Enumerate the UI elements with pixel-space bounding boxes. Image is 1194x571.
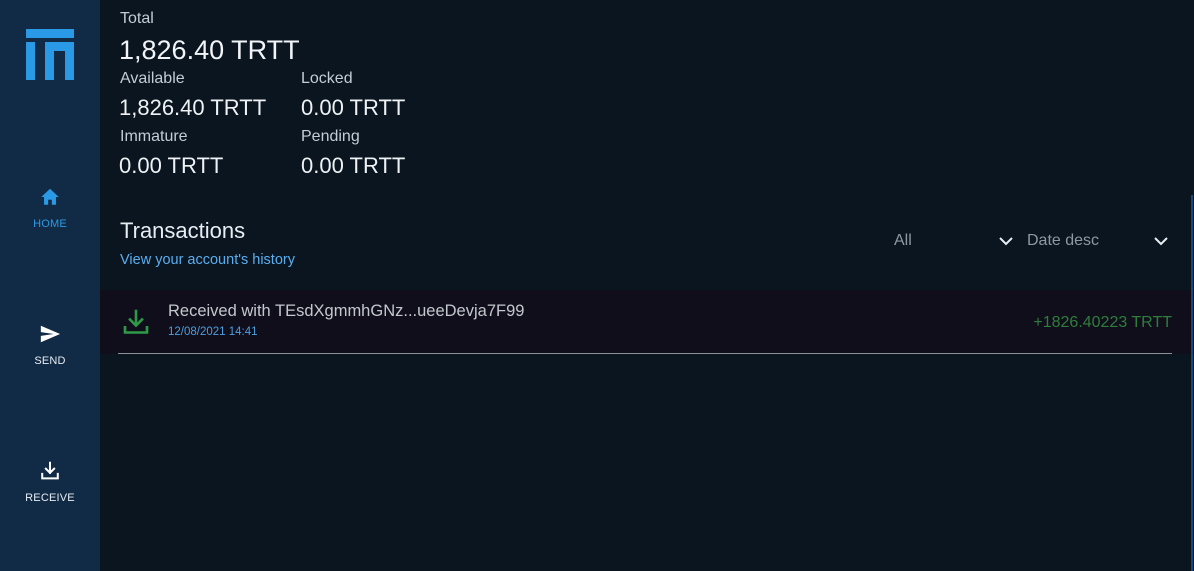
- pending-value: 0.00 TRTT: [301, 153, 406, 178]
- receive-icon: [41, 461, 59, 480]
- transaction-amount: +1826.40223 TRTT: [1033, 314, 1172, 331]
- type-filter-select[interactable]: All: [894, 231, 1016, 253]
- type-filter-value: All: [894, 232, 912, 249]
- locked-value: 0.00 TRTT: [301, 95, 406, 120]
- download-icon: [123, 309, 149, 334]
- sidebar-item-receive[interactable]: RECEIVE: [0, 460, 100, 530]
- sidebar: HOME SEND RECEIVE: [0, 0, 100, 571]
- main-content: Total 1,826.40 TRTT Available 1,826.40 T…: [100, 0, 1194, 571]
- account-history-link[interactable]: View your account's history: [120, 252, 295, 268]
- chevron-down-icon: [999, 237, 1013, 246]
- home-icon: [41, 188, 59, 205]
- transaction-row[interactable]: Received with TEsdXgmmhGNz...ueeDevja7F9…: [100, 290, 1194, 354]
- total-label: Total: [120, 10, 154, 27]
- available-label: Available: [120, 70, 185, 87]
- tt-logo-icon[interactable]: [26, 29, 74, 80]
- available-value: 1,826.40 TRTT: [119, 95, 267, 120]
- chevron-down-icon: [1154, 237, 1168, 246]
- transactions-title: Transactions: [120, 218, 246, 243]
- sidebar-item-label: HOME: [33, 218, 67, 230]
- immature-label: Immature: [120, 128, 188, 145]
- transaction-date: 12/08/2021 14:41: [168, 326, 258, 338]
- sort-value: Date desc: [1027, 232, 1100, 249]
- scrollbar[interactable]: [1191, 195, 1193, 571]
- row-divider: [118, 353, 1172, 354]
- transaction-description: Received with TEsdXgmmhGNz...ueeDevja7F9…: [168, 302, 525, 320]
- send-icon: [40, 325, 61, 343]
- total-value: 1,826.40 TRTT: [119, 35, 300, 65]
- pending-label: Pending: [301, 128, 360, 145]
- locked-label: Locked: [301, 70, 353, 87]
- wallet-app: HOME SEND RECEIVE Total 1,826.40 TRTT Av…: [0, 0, 1194, 571]
- sort-select[interactable]: Date desc: [1027, 231, 1171, 253]
- sidebar-item-label: SEND: [34, 355, 66, 367]
- sidebar-item-send[interactable]: SEND: [0, 323, 100, 393]
- sidebar-item-home[interactable]: HOME: [0, 186, 100, 256]
- sidebar-item-label: RECEIVE: [25, 492, 75, 504]
- immature-value: 0.00 TRTT: [119, 153, 224, 178]
